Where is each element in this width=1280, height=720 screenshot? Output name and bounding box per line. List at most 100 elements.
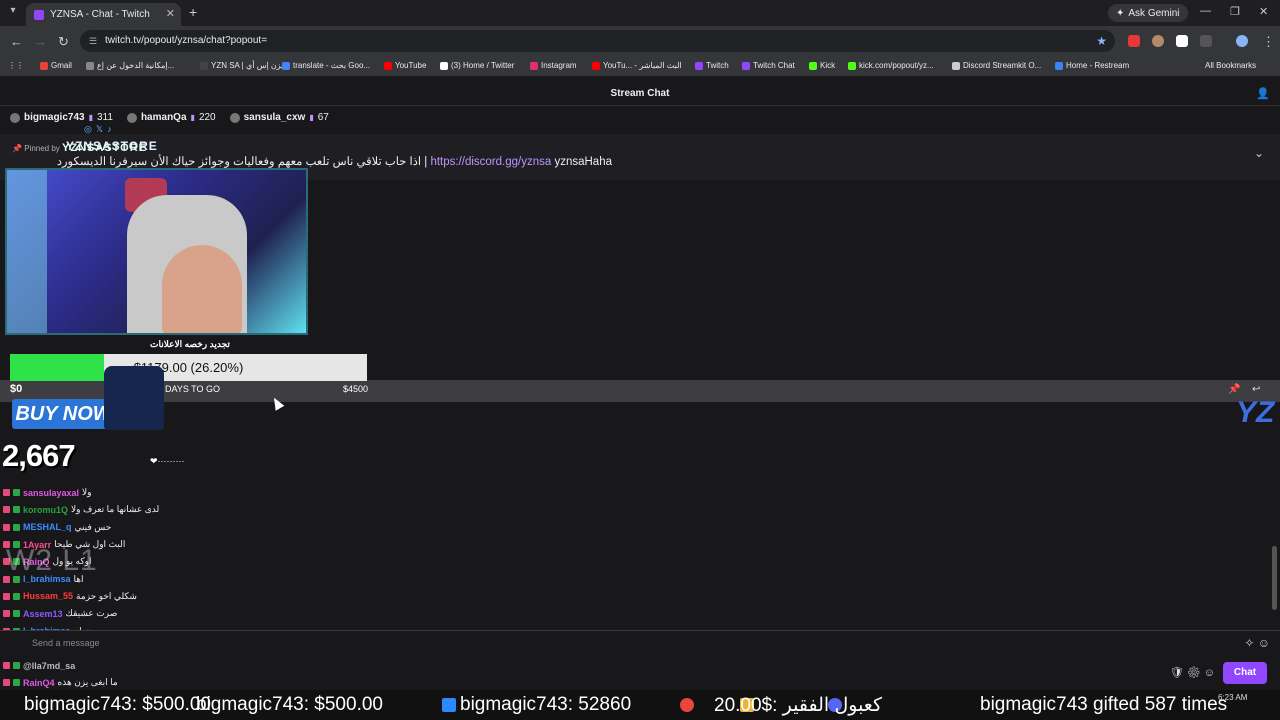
leaderboard-entry[interactable]: sansula_cxw ▮ 67 (229, 112, 329, 123)
chat-username[interactable]: sansulayaxal (23, 488, 79, 498)
forward-icon[interactable]: → (34, 34, 47, 49)
bookmark-favicon-icon (384, 61, 392, 70)
yz-logo: YZ (1236, 396, 1275, 429)
tab-search-icon[interactable]: ▾ (6, 5, 20, 19)
mod-badge-icon (13, 489, 20, 497)
bookmark-favicon-icon (695, 61, 703, 70)
discord-link[interactable]: https://discord.gg/yznsa (430, 156, 551, 168)
emote-icons[interactable]: ✧ ☺ (1244, 636, 1270, 650)
bookmark-item[interactable]: Home - Restream (1055, 61, 1129, 70)
pin-icon[interactable]: 📌 (1228, 384, 1240, 395)
mod-badge-icon (13, 506, 20, 514)
bookmark-item[interactable]: Discord Streamkit O... (952, 61, 1041, 70)
extensions-puzzle-icon[interactable] (1200, 35, 1212, 47)
browser-menu-icon[interactable]: ⋮ (1262, 34, 1275, 50)
bookmark-item[interactable]: YouTube (384, 61, 426, 70)
chat-text: لدى عشانها ما تعرف ولا (71, 504, 160, 515)
apps-grid-icon[interactable]: ⋮⋮ (8, 61, 24, 70)
heart-decoration: ❤········· (150, 456, 185, 466)
close-tab-icon[interactable]: ✕ (166, 7, 175, 20)
buy-now-banner: BUY NOW (12, 399, 115, 429)
ticker-item: 20.00$: كعبول الفقير (714, 695, 883, 716)
chevron-down-icon[interactable]: ⌄ (1254, 146, 1264, 160)
new-tab-icon[interactable]: + (189, 4, 197, 20)
mod-badge-icon (13, 610, 20, 618)
bookmark-item[interactable]: Twitch Chat (742, 61, 795, 70)
chat-message[interactable]: Assem13 صرت عشيقك (0, 605, 200, 622)
pin-icon: 📌 (12, 144, 22, 153)
bookmark-label: Home - Restream (1066, 61, 1130, 70)
extension-avatar-icon[interactable] (1152, 35, 1164, 47)
bookmark-item[interactable]: إمكانية الدخول عن إع... (86, 61, 174, 70)
cam-light (7, 170, 47, 333)
avatar (126, 112, 137, 123)
windows-start-icon[interactable] (442, 698, 456, 712)
bookmark-label: translate - بحث Goo... (293, 61, 371, 70)
leaderboard-entry[interactable]: hamanQa ▮ 220 (126, 112, 216, 123)
chat-text: شكلي اخو حزمة (76, 590, 137, 601)
chat-username[interactable]: Assem13 (23, 609, 63, 619)
bookmark-item[interactable]: Gmail (40, 61, 72, 70)
tab-title: YZNSA - Chat - Twitch (50, 9, 150, 20)
webcam-overlay (5, 168, 308, 335)
leaderboard-count: 220 (198, 112, 216, 123)
bookmark-item[interactable]: (3) Home / Twitter (440, 61, 514, 70)
chat-message[interactable]: sansulayaxal ولا (0, 484, 200, 501)
all-bookmarks[interactable]: All Bookmarks (1205, 61, 1256, 70)
bookmark-item[interactable]: YouTu... - البث المباشر (592, 61, 682, 70)
bookmark-label: kick.com/popout/yz... (859, 61, 934, 70)
browser-tab[interactable]: YZNSA - Chat - Twitch ✕ (26, 3, 181, 26)
site-info-icon[interactable]: ☰ (89, 30, 97, 52)
url-input[interactable]: ☰ twitch.tv/popout/yznsa/chat?popout= ★ (80, 30, 1115, 52)
settings-icons[interactable]: 🛡 ⚙ ☺ (1170, 666, 1215, 679)
maximize-icon[interactable]: ❐ (1230, 5, 1240, 18)
chat-message[interactable]: MESHAL_q حس فيني (0, 519, 200, 536)
close-window-icon[interactable]: ✕ (1259, 5, 1268, 18)
chat-send-button[interactable]: Chat (1223, 662, 1267, 684)
leaderboard: bigmagic743 ▮ 311 hamanQa ▮ 220 sansula_cxw ▮ 67 (10, 112, 329, 123)
users-icon[interactable]: 👤 (1256, 87, 1270, 100)
chat-message[interactable]: koromu1Q لدى عشانها ما تعرف ولا (0, 501, 200, 518)
chat-input[interactable]: Send a message ✧ ☺ (0, 630, 1280, 655)
profile-avatar-icon[interactable] (1236, 35, 1248, 47)
reply-icon[interactable]: ↩ (1252, 384, 1260, 395)
bookmark-item[interactable]: translate - بحث Goo... (282, 61, 370, 70)
goal-progress-bar: $1179.00 (26.20%) (10, 354, 367, 381)
bookmark-star-icon[interactable]: ★ (1096, 30, 1107, 52)
ticker-item: bigmagic743 gifted 587 times (980, 694, 1228, 715)
pinned-emote: yznsaHaha (554, 156, 612, 168)
bookmark-label: YouTu... - البث المباشر (603, 61, 682, 70)
bookmark-label: إمكانية الدخول عن إع... (97, 61, 175, 70)
leaderboard-entry[interactable]: bigmagic743 ▮ 311 (10, 112, 113, 123)
back-icon[interactable]: ← (10, 34, 23, 49)
bookmark-item[interactable]: kick.com/popout/yz... (848, 61, 934, 70)
bookmark-favicon-icon (592, 61, 600, 70)
leaderboard-name: hamanQa (140, 112, 187, 123)
chat-message[interactable]: Hussam_55 شكلي اخو حزمة (0, 588, 200, 605)
chat-username[interactable]: MESHAL_q (23, 522, 72, 532)
reload-icon[interactable]: ↻ (58, 34, 69, 50)
twitch-favicon-icon (34, 9, 44, 20)
big-counter: 2,667 (2, 438, 76, 473)
chat-text: حس فيني (74, 521, 112, 532)
bookmark-item[interactable]: YZN SA | يزن إس أي (200, 61, 283, 70)
leaderboard-name: sansula_cxw (243, 112, 306, 123)
bookmark-item[interactable]: Instagram (530, 61, 577, 70)
goal-amount: $4500 (343, 384, 369, 394)
extension-record-icon[interactable] (1128, 35, 1140, 47)
bookmark-item[interactable]: Kick (809, 61, 835, 70)
win-loss-overlay: W2 L1 (6, 544, 98, 577)
avatar (229, 112, 240, 123)
minimize-icon[interactable]: — (1200, 5, 1211, 17)
ask-gemini-button[interactable]: ✦ Ask Gemini (1108, 4, 1188, 22)
bookmark-label: Twitch (706, 61, 729, 70)
chrome-icon[interactable] (680, 698, 694, 712)
bookmark-item[interactable]: Twitch (695, 61, 729, 70)
chat-scrollbar[interactable] (1272, 546, 1277, 610)
chat-username[interactable]: Hussam_55 (23, 591, 73, 601)
chat-text: ولا (82, 487, 92, 498)
chat-username[interactable]: koromu1Q (23, 505, 68, 515)
pinned-text: اذا حاب تلاقي ناس تلعب معهم وفعاليات وجو… (12, 154, 612, 168)
bookmark-favicon-icon (952, 61, 960, 70)
extension-grid-icon[interactable] (1176, 35, 1188, 47)
